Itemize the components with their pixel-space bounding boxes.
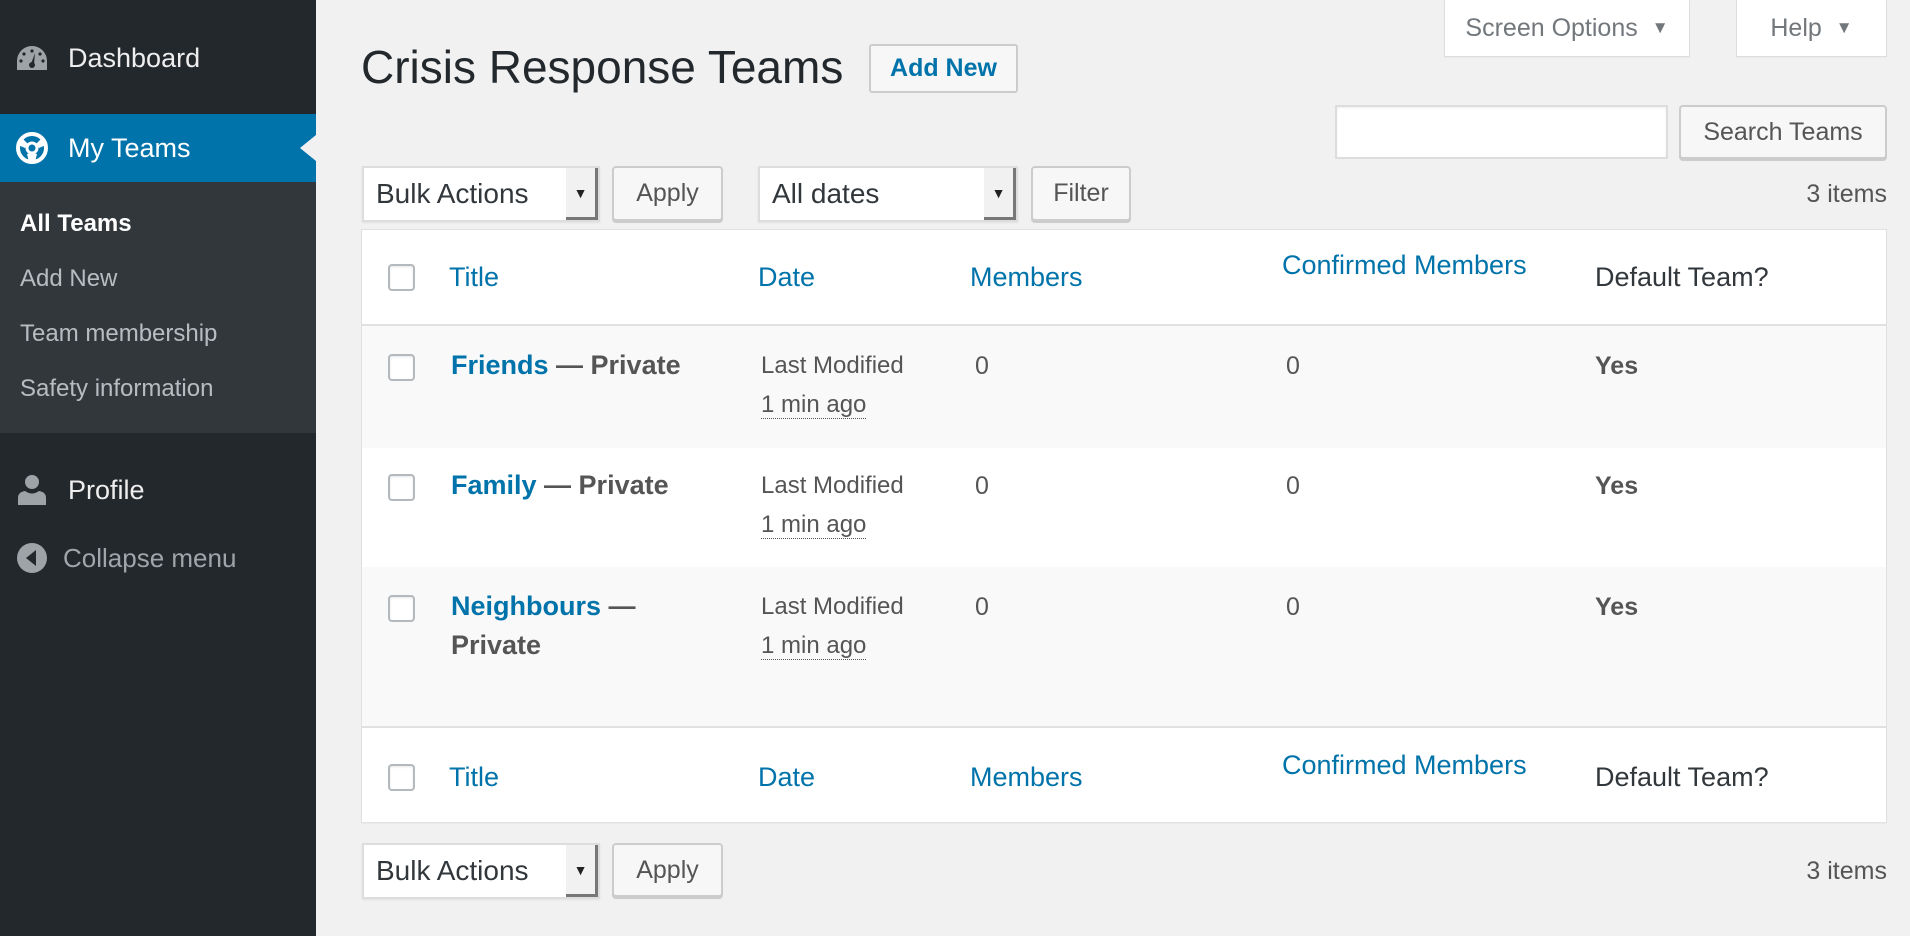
date-label: Last Modified bbox=[761, 352, 904, 379]
column-footer-confirmed-members[interactable]: Confirmed Members bbox=[1282, 750, 1527, 781]
screen-options-label: Screen Options bbox=[1465, 13, 1638, 42]
lifebuoy-icon bbox=[16, 132, 48, 164]
submenu-safety-information[interactable]: Safety information bbox=[20, 375, 213, 403]
sidebar-item-my-teams[interactable]: My Teams bbox=[0, 114, 316, 182]
search-input[interactable] bbox=[1335, 105, 1668, 159]
members-count: 0 bbox=[975, 472, 989, 500]
sidebar-submenu: All Teams Add New Team membership Safety… bbox=[0, 182, 316, 433]
team-title-cell: Friends — Private bbox=[451, 346, 701, 385]
filter-button[interactable]: Filter bbox=[1031, 166, 1131, 221]
collapse-menu-label: Collapse menu bbox=[63, 542, 237, 573]
column-footer-title[interactable]: Title bbox=[449, 762, 499, 793]
column-header-members[interactable]: Members bbox=[970, 262, 1083, 293]
table-footer-row: Title Date Members Confirmed Members Def… bbox=[362, 726, 1886, 823]
date-cell: Last Modified 1 min ago bbox=[761, 466, 904, 544]
submenu-team-membership[interactable]: Team membership bbox=[20, 320, 217, 348]
select-all-checkbox[interactable] bbox=[388, 264, 415, 291]
sidebar-item-profile[interactable]: Profile bbox=[0, 462, 316, 518]
table-header-row: Title Date Members Confirmed Members Def… bbox=[362, 230, 1886, 326]
members-count: 0 bbox=[975, 352, 989, 380]
members-count: 0 bbox=[975, 593, 989, 621]
date-label: Last Modified bbox=[761, 472, 904, 499]
default-team-value: Yes bbox=[1595, 593, 1639, 621]
select-all-checkbox[interactable] bbox=[388, 764, 415, 791]
team-title-cell: Neighbours — Private bbox=[451, 587, 681, 665]
sidebar-item-label: My Teams bbox=[68, 132, 191, 163]
date-label: Last Modified bbox=[761, 593, 904, 620]
search-teams-button[interactable]: Search Teams bbox=[1679, 105, 1887, 159]
date-value: 1 min ago bbox=[761, 391, 867, 419]
teams-table: Title Date Members Confirmed Members Def… bbox=[361, 229, 1887, 823]
dropdown-arrow-icon: ▼ bbox=[984, 168, 1016, 220]
row-checkbox[interactable] bbox=[388, 354, 415, 381]
date-filter-value: All dates bbox=[772, 178, 880, 209]
help-label: Help bbox=[1770, 13, 1822, 42]
items-count: 3 items bbox=[1806, 180, 1887, 208]
confirmed-members-count: 0 bbox=[1286, 593, 1300, 621]
column-header-confirmed-members[interactable]: Confirmed Members bbox=[1282, 250, 1527, 281]
bulk-actions-value: Bulk Actions bbox=[376, 178, 529, 209]
add-new-button[interactable]: Add New bbox=[869, 44, 1018, 93]
collapse-menu-button[interactable]: Collapse menu bbox=[0, 530, 316, 586]
page-title: Crisis Response Teams bbox=[361, 41, 844, 93]
screen-options-button[interactable]: Screen Options ▼ bbox=[1444, 0, 1690, 57]
submenu-all-teams[interactable]: All Teams bbox=[20, 210, 132, 238]
help-button[interactable]: Help ▼ bbox=[1736, 0, 1887, 57]
sidebar-item-label: Dashboard bbox=[68, 42, 201, 73]
team-title-cell: Family — Private bbox=[451, 466, 701, 505]
dropdown-arrow-icon: ▼ bbox=[566, 845, 598, 897]
bulk-actions-value: Bulk Actions bbox=[376, 855, 529, 886]
column-header-date[interactable]: Date bbox=[758, 262, 815, 293]
column-header-title[interactable]: Title bbox=[449, 262, 499, 293]
date-value: 1 min ago bbox=[761, 632, 867, 660]
sidebar-item-label: Profile bbox=[68, 474, 145, 505]
post-state: — Private bbox=[536, 470, 669, 500]
row-checkbox[interactable] bbox=[388, 474, 415, 501]
team-title-link[interactable]: Friends bbox=[451, 350, 549, 380]
confirmed-members-count: 0 bbox=[1286, 472, 1300, 500]
sidebar-item-dashboard[interactable]: Dashboard bbox=[0, 30, 316, 86]
dashboard-gauge-icon bbox=[16, 42, 48, 74]
team-title-link[interactable]: Neighbours bbox=[451, 591, 601, 621]
column-footer-members[interactable]: Members bbox=[970, 762, 1083, 793]
date-filter-select[interactable]: All dates ▼ bbox=[758, 166, 1018, 222]
submenu-add-new[interactable]: Add New bbox=[20, 265, 117, 293]
dropdown-triangle-icon: ▼ bbox=[1651, 18, 1669, 37]
date-cell: Last Modified 1 min ago bbox=[761, 587, 904, 665]
items-count-bottom: 3 items bbox=[1806, 857, 1887, 885]
confirmed-members-count: 0 bbox=[1286, 352, 1300, 380]
team-title-link[interactable]: Family bbox=[451, 470, 537, 500]
bulk-actions-select[interactable]: Bulk Actions ▼ bbox=[362, 166, 600, 222]
admin-sidebar: Dashboard My Teams All Teams Add New Tea… bbox=[0, 0, 316, 936]
current-menu-pointer bbox=[300, 135, 316, 161]
default-team-value: Yes bbox=[1595, 472, 1639, 500]
default-team-value: Yes bbox=[1595, 352, 1639, 380]
dropdown-triangle-icon: ▼ bbox=[1835, 18, 1853, 37]
bulk-actions-select-bottom[interactable]: Bulk Actions ▼ bbox=[362, 843, 600, 899]
column-footer-date[interactable]: Date bbox=[758, 762, 815, 793]
user-icon bbox=[16, 474, 48, 506]
column-header-default-team: Default Team? bbox=[1595, 262, 1769, 292]
dropdown-arrow-icon: ▼ bbox=[566, 168, 598, 220]
collapse-arrow-icon bbox=[16, 542, 48, 574]
row-checkbox[interactable] bbox=[388, 595, 415, 622]
table-row: Friends — Private Last Modified 1 min ago… bbox=[362, 326, 1886, 448]
post-state: — Private bbox=[548, 350, 681, 380]
date-cell: Last Modified 1 min ago bbox=[761, 346, 904, 424]
table-row: Family — Private Last Modified 1 min ago … bbox=[362, 448, 1886, 567]
apply-button[interactable]: Apply bbox=[612, 166, 723, 221]
date-value: 1 min ago bbox=[761, 511, 867, 539]
column-footer-default-team: Default Team? bbox=[1595, 762, 1769, 792]
table-row: Neighbours — Private Last Modified 1 min … bbox=[362, 567, 1886, 726]
apply-button-bottom[interactable]: Apply bbox=[612, 843, 723, 897]
